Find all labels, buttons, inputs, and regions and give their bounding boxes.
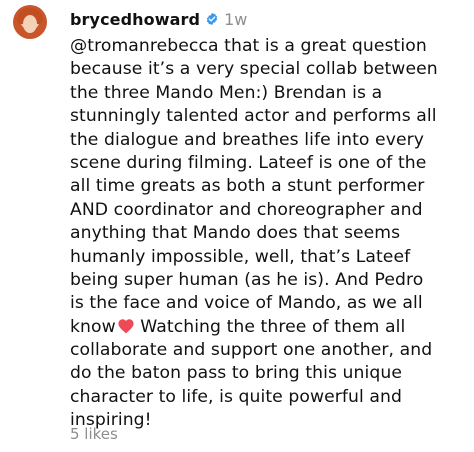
comment-timestamp: 1w bbox=[224, 9, 248, 29]
comment-line: humanly impossible, well, that’s Lateef bbox=[70, 246, 411, 267]
comment-line: the dialogue and breathes life into ever… bbox=[70, 129, 425, 150]
comment-header: brycedhoward 1w bbox=[70, 8, 247, 30]
likes-count-button[interactable]: 5 likes bbox=[70, 425, 118, 443]
avatar[interactable] bbox=[13, 5, 47, 39]
comment-text: Watching the three of them all bbox=[134, 316, 406, 337]
comment-text: know bbox=[70, 316, 116, 337]
comment-line: know Watching the three of them all bbox=[70, 316, 466, 339]
comment-line: @tromanrebecca that is a great question bbox=[70, 35, 466, 58]
comment-line: the three Mando Men:) Brendan is a bbox=[70, 82, 383, 103]
mention-link[interactable]: @tromanrebecca bbox=[70, 36, 219, 56]
comment-text: that is a great question bbox=[218, 36, 427, 56]
comment-line: because it’s a very special collab betwe… bbox=[70, 59, 438, 80]
comment-line: is the face and voice of Mando, as we al… bbox=[70, 293, 423, 314]
comment-line: anything that Mando does that seems bbox=[70, 223, 401, 244]
comment-line: do the baton pass to bring this unique bbox=[70, 363, 402, 384]
avatar-face bbox=[23, 15, 37, 33]
comment-line: all time greats as both a stunt performe… bbox=[70, 176, 425, 197]
comment-line: character to life, is quite powerful and bbox=[70, 386, 402, 407]
comment-line: AND coordinator and choreographer and bbox=[70, 199, 423, 220]
comment-line: collaborate and support one another, and bbox=[70, 340, 433, 361]
comment-line: being super human (as he is). And Pedro bbox=[70, 269, 424, 290]
comment-line: scene during filming. Lateef is one of t… bbox=[70, 152, 427, 173]
username-link[interactable]: brycedhoward bbox=[70, 10, 200, 29]
red-heart-emoji-icon bbox=[118, 318, 134, 334]
comment-body: @tromanrebecca that is a great question … bbox=[70, 35, 466, 433]
comment-line: inspiring! bbox=[70, 410, 152, 431]
comment-line: stunningly talented actor and performs a… bbox=[70, 106, 437, 127]
comment: brycedhoward 1w @tromanrebecca that is a… bbox=[0, 0, 474, 452]
verified-badge-icon bbox=[206, 12, 218, 26]
